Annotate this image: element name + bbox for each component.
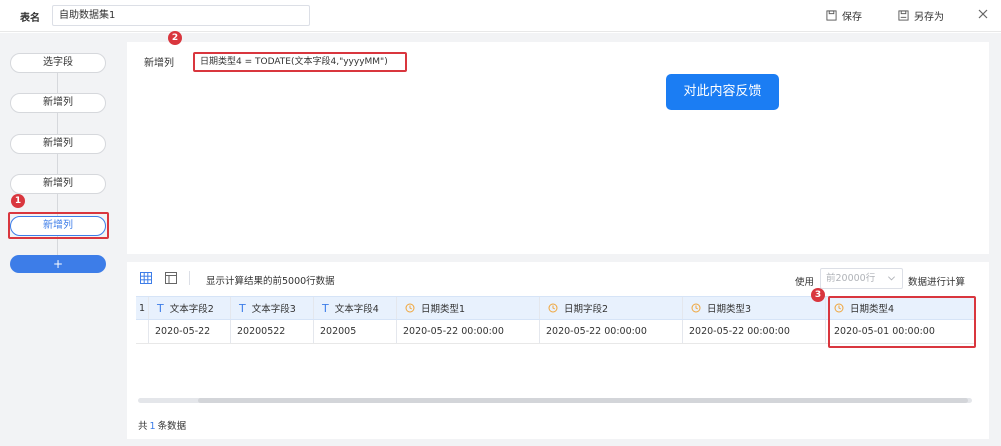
clock-icon — [691, 303, 701, 313]
step-select-fields[interactable]: 选字段 — [10, 53, 106, 73]
column-header-label: 1 — [138, 302, 146, 314]
save-button-label: 保存 — [842, 12, 862, 23]
step-add-column-3[interactable]: 新增列 — [10, 174, 106, 194]
formula-expression[interactable]: 日期类型4 = TODATE(文本字段4,"yyyyMM") — [193, 52, 407, 72]
row-count-prefix: 共 — [138, 421, 148, 432]
row-count-number: 1 — [149, 421, 156, 432]
column-header-label: 文本字段3 — [251, 304, 296, 315]
table-name-label: 表名 — [20, 13, 40, 24]
column-header-label: 文本字段2 — [169, 304, 214, 315]
add-step-button[interactable]: + — [10, 255, 106, 273]
clock-icon — [548, 303, 558, 313]
step-add-column-4[interactable]: 新增列 — [10, 216, 106, 236]
column-header[interactable]: T 文本字段2 — [149, 297, 231, 319]
scrollbar-thumb[interactable] — [198, 398, 968, 403]
text-type-icon: T — [239, 301, 246, 315]
column-header[interactable]: T 文本字段4 — [314, 297, 397, 319]
table-cell[interactable]: 2020-05-01 00:00:00 — [826, 320, 975, 343]
feedback-button[interactable]: 对此内容反馈 — [666, 74, 779, 110]
step-add-column-2[interactable]: 新增列 — [10, 134, 106, 154]
clock-icon — [834, 303, 844, 313]
clock-icon — [405, 303, 415, 313]
save-as-button-label: 另存为 — [914, 12, 944, 23]
preview-table: 1 T 文本字段2 T 文本字段3 T 文本字段4 日期类型1 日期字段2 日期类型3… — [136, 296, 975, 346]
formula-label: 新增列 — [144, 58, 174, 69]
table-cell[interactable]: 202005 — [314, 320, 397, 343]
use-suffix: 数据进行计算 — [908, 277, 966, 288]
column-header[interactable]: 日期字段2 — [540, 297, 683, 319]
formula-panel — [127, 42, 989, 254]
grid-view-icon[interactable] — [140, 272, 152, 284]
column-header-label: 日期类型3 — [707, 304, 752, 315]
text-type-icon: T — [157, 301, 164, 315]
column-header[interactable]: 日期类型1 — [397, 297, 540, 319]
column-badge-3: 3 — [811, 288, 825, 302]
step-badge-1: 1 — [11, 194, 25, 208]
table-header-row: 1 T 文本字段2 T 文本字段3 T 文本字段4 日期类型1 日期字段2 日期类型3… — [136, 296, 975, 320]
row-count-suffix: 条数据 — [157, 421, 187, 432]
row-limit-placeholder: 前20000行 — [826, 273, 876, 284]
close-icon[interactable] — [976, 7, 990, 21]
row-limit-select[interactable]: 前20000行 — [820, 268, 903, 289]
column-header[interactable]: 1 — [136, 297, 149, 319]
preview-info-text: 显示计算结果的前5000行数据 — [206, 276, 335, 287]
save-icon — [826, 10, 837, 21]
column-header-label: 日期字段2 — [564, 304, 609, 315]
chevron-down-icon — [888, 276, 895, 281]
save-as-button[interactable]: 另存为 — [898, 8, 944, 23]
table-cell[interactable]: 2020-05-22 — [149, 320, 231, 343]
formula-badge-2: 2 — [168, 31, 182, 45]
step-add-column-1[interactable]: 新增列 — [10, 93, 106, 113]
column-header[interactable]: 日期类型3 — [683, 297, 826, 319]
table-cell[interactable]: 2020-05-22 00:00:00 — [683, 320, 826, 343]
column-header-label: 日期类型4 — [850, 304, 895, 315]
column-header[interactable]: 日期类型4 — [826, 297, 975, 319]
save-as-icon — [898, 10, 909, 21]
column-header-label: 文本字段4 — [334, 304, 379, 315]
text-type-icon: T — [322, 301, 329, 315]
table-cell[interactable] — [136, 320, 149, 343]
column-header-label: 日期类型1 — [421, 304, 466, 315]
column-header[interactable]: T 文本字段3 — [231, 297, 314, 319]
panel-view-icon[interactable] — [165, 272, 177, 284]
table-name-input[interactable]: 自助数据集1 — [52, 5, 310, 26]
horizontal-scrollbar[interactable] — [138, 398, 972, 403]
top-bar: 表名 自助数据集1 保存 另存为 — [0, 0, 1001, 32]
table-cell[interactable]: 2020-05-22 00:00:00 — [397, 320, 540, 343]
row-count: 共 1 条数据 — [138, 418, 186, 432]
toolbar-divider — [189, 271, 190, 285]
use-label: 使用 — [795, 277, 815, 288]
table-row: 2020-05-22 20200522 202005 2020-05-22 00… — [136, 320, 975, 344]
table-cell[interactable]: 2020-05-22 00:00:00 — [540, 320, 683, 343]
save-button[interactable]: 保存 — [826, 8, 862, 23]
table-cell[interactable]: 20200522 — [231, 320, 314, 343]
